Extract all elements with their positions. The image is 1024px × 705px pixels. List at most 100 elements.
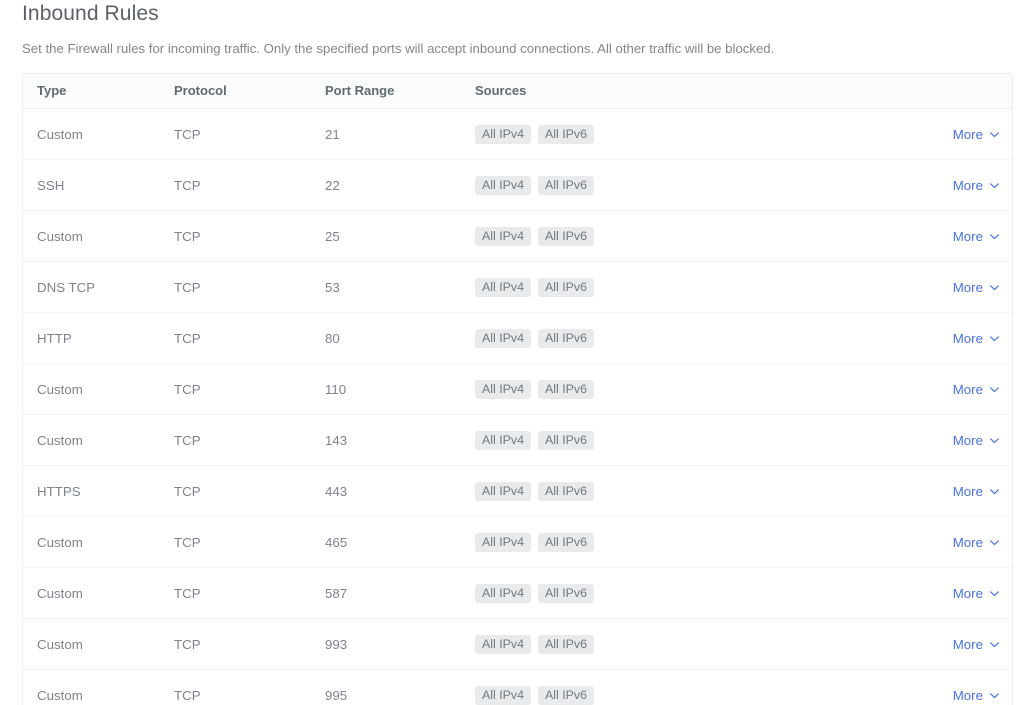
cell-protocol: TCP [174,330,201,346]
cell-protocol: TCP [174,432,201,448]
cell-port-range: 25 [325,228,340,244]
more-button-label: More [952,483,983,499]
more-button[interactable]: More [953,280,1000,295]
cell-sources: All IPv4 All IPv6 [473,211,853,262]
more-button[interactable]: More [953,433,1000,448]
table-row[interactable]: SSH TCP 22 All IPv4 All IPv6 More [23,160,1012,211]
table-body: Custom TCP 21 All IPv4 All IPv6 More SSH TCP 22 A… [23,109,1012,705]
more-button-label: More [952,585,983,601]
cell-protocol: TCP [174,177,201,193]
cell-actions: More [853,670,1012,705]
more-button[interactable]: More [953,382,1000,397]
cell-type: Custom [37,228,83,244]
table-header: Type Protocol Port Range Sources [23,74,1012,109]
source-badge: All IPv4 [475,634,532,654]
chevron-down-icon [989,384,1000,395]
cell-sources: All IPv4 All IPv6 [473,517,853,568]
column-header-port-range[interactable]: Port Range [324,74,473,109]
cell-type: Custom [37,126,83,142]
table-row[interactable]: Custom TCP 21 All IPv4 All IPv6 More [23,109,1012,160]
chevron-down-icon [989,435,1000,446]
cell-port-range: 993 [325,636,348,652]
table-row[interactable]: Custom TCP 993 All IPv4 All IPv6 More [23,619,1012,670]
cell-sources: All IPv4 All IPv6 [473,160,853,211]
cell-type: DNS TCP [37,279,96,295]
cell-sources: All IPv4 All IPv6 [473,568,853,619]
chevron-down-icon [989,486,1000,497]
more-button[interactable]: More [953,127,1000,142]
cell-actions: More [853,364,1012,415]
cell-sources: All IPv4 All IPv6 [473,364,853,415]
source-badge: All IPv6 [538,277,595,297]
source-badge: All IPv6 [538,583,595,603]
more-button[interactable]: More [953,688,1000,703]
more-button[interactable]: More [953,637,1000,652]
more-button[interactable]: More [953,178,1000,193]
source-badge: All IPv4 [475,481,532,501]
cell-type: Custom [37,636,83,652]
table-row[interactable]: HTTP TCP 80 All IPv4 All IPv6 More [23,313,1012,364]
table-row[interactable]: Custom TCP 110 All IPv4 All IPv6 More [23,364,1012,415]
cell-type: SSH [37,177,65,193]
chevron-down-icon [989,129,1000,140]
more-button[interactable]: More [953,484,1000,499]
more-button[interactable]: More [953,586,1000,601]
more-button-label: More [952,177,983,193]
table-row[interactable]: Custom TCP 995 All IPv4 All IPv6 More [23,670,1012,705]
table-row[interactable]: Custom TCP 25 All IPv4 All IPv6 More [23,211,1012,262]
inbound-rules-page: Inbound Rules Set the Firewall rules for… [0,0,1024,705]
cell-protocol: TCP [174,687,201,703]
table-row[interactable]: Custom TCP 587 All IPv4 All IPv6 More [23,568,1012,619]
table-row[interactable]: DNS TCP TCP 53 All IPv4 All IPv6 More [23,262,1012,313]
cell-port-range: 53 [325,279,340,295]
cell-port-range: 110 [325,381,347,397]
source-badge: All IPv6 [538,379,595,399]
cell-sources: All IPv4 All IPv6 [473,313,853,364]
column-header-sources[interactable]: Sources [473,74,853,109]
source-badge: All IPv6 [538,532,595,552]
table-row[interactable]: HTTPS TCP 443 All IPv4 All IPv6 More [23,466,1012,517]
cell-protocol: TCP [174,483,201,499]
more-button[interactable]: More [953,229,1000,244]
cell-protocol: TCP [174,279,201,295]
cell-sources: All IPv4 All IPv6 [473,415,853,466]
cell-protocol: TCP [174,585,201,601]
section-description: Set the Firewall rules for incoming traf… [22,41,775,56]
source-badge: All IPv4 [475,226,532,246]
inbound-rules-table: Type Protocol Port Range Sources Custom T… [23,74,1012,705]
source-badge: All IPv4 [475,685,532,705]
source-badge: All IPv4 [475,583,532,603]
cell-port-range: 995 [325,687,348,703]
cell-actions: More [853,517,1012,568]
source-badge: All IPv6 [538,634,595,654]
inbound-rules-table-card: Type Protocol Port Range Sources Custom T… [22,73,1013,705]
more-button-label: More [952,534,983,550]
cell-protocol: TCP [174,381,201,397]
more-button[interactable]: More [953,331,1000,346]
cell-type: Custom [37,534,83,550]
source-badge: All IPv4 [475,430,532,450]
column-header-type[interactable]: Type [23,74,173,109]
more-button-label: More [952,687,983,703]
chevron-down-icon [989,180,1000,191]
column-header-protocol[interactable]: Protocol [173,74,324,109]
more-button-label: More [952,228,983,244]
cell-actions: More [853,160,1012,211]
chevron-down-icon [989,690,1000,701]
more-button-label: More [952,432,983,448]
cell-actions: More [853,109,1012,160]
more-button[interactable]: More [953,535,1000,550]
cell-port-range: 465 [325,534,348,550]
source-badge: All IPv4 [475,379,532,399]
cell-type: HTTP [37,330,72,346]
cell-sources: All IPv4 All IPv6 [473,670,853,705]
cell-type: HTTPS [37,483,81,499]
source-badge: All IPv4 [475,328,532,348]
more-button-label: More [952,279,983,295]
table-row[interactable]: Custom TCP 465 All IPv4 All IPv6 More [23,517,1012,568]
cell-port-range: 443 [325,483,348,499]
source-badge: All IPv6 [538,430,595,450]
cell-port-range: 80 [325,330,340,346]
table-row[interactable]: Custom TCP 143 All IPv4 All IPv6 More [23,415,1012,466]
source-badge: All IPv6 [538,481,595,501]
